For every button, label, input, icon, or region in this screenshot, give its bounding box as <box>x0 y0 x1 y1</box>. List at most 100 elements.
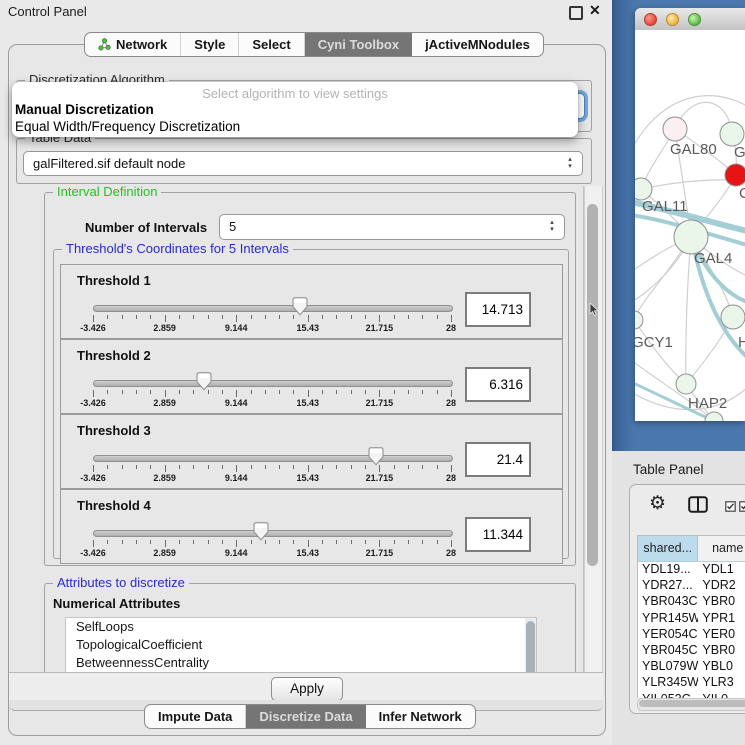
threshold-slider-track[interactable] <box>93 305 453 312</box>
attribute-list-item[interactable]: SelfLoops <box>66 618 536 636</box>
tab-select[interactable]: Select <box>239 33 304 56</box>
settings-scrollbar[interactable] <box>584 186 603 673</box>
dropdown-option-manual[interactable]: Manual Discretization <box>15 102 154 117</box>
threshold-slider-track[interactable] <box>93 530 453 537</box>
table-cell: YBR043C <box>638 594 698 610</box>
apply-row: Apply <box>9 672 603 701</box>
table-row[interactable]: YBR045CYBR0 <box>638 643 745 659</box>
table-data-selected-value: galFiltered.sif default node <box>33 156 185 171</box>
close-panel-icon[interactable]: ✕ <box>589 2 601 19</box>
settings-scrollbar-thumb[interactable] <box>587 204 598 566</box>
table-row[interactable]: YBL079WYBL0 <box>638 659 745 675</box>
table-data-combobox[interactable]: galFiltered.sif default node ▴▾ <box>23 151 583 176</box>
threshold-slider-track[interactable] <box>93 455 453 462</box>
stepper-icon[interactable]: ▴▾ <box>548 219 556 233</box>
table-hscrollbar[interactable] <box>637 698 745 711</box>
network-node[interactable] <box>721 305 745 329</box>
gear-icon[interactable]: ⚙ <box>649 494 666 514</box>
tab-infer-network[interactable]: Infer Network <box>366 705 475 728</box>
network-window-titlebar[interactable] <box>635 8 745 31</box>
slider-tick-labels: -3.4262.8599.14415.4321.71528 <box>93 548 451 559</box>
tab-network[interactable]: Network <box>85 33 181 56</box>
network-node[interactable] <box>720 122 744 146</box>
table-header-row: shared...name <box>638 536 745 562</box>
threshold-value-field[interactable]: 6.316 <box>465 367 531 402</box>
table-row[interactable]: YDL19...YDL1 <box>638 562 745 578</box>
threshold-panel-4: Threshold 4-3.4262.8599.14415.4321.71528… <box>60 489 563 564</box>
attribute-list-item[interactable]: TopologicalCoefficient <box>66 636 536 654</box>
threshold-panel-1: Threshold 1-3.4262.8599.14415.4321.71528… <box>60 264 563 339</box>
table-row[interactable]: YER054CYER0 <box>638 627 745 643</box>
zoom-window-icon[interactable] <box>688 13 701 26</box>
network-node[interactable] <box>663 117 687 141</box>
threshold-slider-thumb[interactable] <box>196 372 212 391</box>
threshold-slider-track[interactable] <box>93 380 453 387</box>
tab-label: Discretize Data <box>259 709 352 724</box>
tab-impute-data[interactable]: Impute Data <box>145 705 246 728</box>
threshold-panel-3: Threshold 3 -3.4262.8599.14415.4321.71528… <box>60 414 563 489</box>
number-of-intervals-combobox[interactable]: 5 ▴▾ <box>219 214 565 240</box>
number-of-intervals-value: 5 <box>229 219 236 234</box>
network-node[interactable] <box>676 374 696 394</box>
node-table[interactable]: shared...name YDL19...YDL1YDR27...YDR2YB… <box>637 535 745 698</box>
network-node[interactable] <box>635 311 643 329</box>
screen: Control Panel ✕ Network Style SelectCyni T… <box>0 0 745 745</box>
network-node-label: H <box>738 334 745 351</box>
tab-discretize-data[interactable]: Discretize Data <box>246 705 365 728</box>
number-of-intervals-label: Number of Intervals <box>85 220 207 235</box>
bottom-tabbar: Impute Data Discretize Data Infer Network <box>144 704 476 729</box>
columns-icon[interactable] <box>688 496 708 518</box>
table-cell: YPR145W <box>638 611 698 627</box>
table-row[interactable]: YLR345WYLR3 <box>638 675 745 691</box>
table-row[interactable]: YDR27...YDR2 <box>638 578 745 594</box>
slider-tick-labels: -3.4262.8599.14415.4321.71528 <box>93 473 451 484</box>
attribute-list-item[interactable]: BetweennessCentrality <box>66 654 536 672</box>
table-row[interactable]: YBR043CYBR0 <box>638 594 745 610</box>
dropdown-placeholder: Select algorithm to view settings <box>12 86 578 101</box>
network-node-label: GAL80 <box>670 141 717 158</box>
table-rows: YDL19...YDL1YDR27...YDR2YBR043CYBR0YPR14… <box>638 562 745 698</box>
table-column-header[interactable]: shared... <box>638 536 698 561</box>
network-canvas[interactable]: GAL80GACGAL11GAL4GCY1HHAP2 <box>635 30 745 421</box>
table-hscrollbar-thumb[interactable] <box>639 700 745 707</box>
threshold-value-field[interactable]: 14.713 <box>465 292 531 327</box>
threshold-slider-thumb[interactable] <box>368 447 384 466</box>
checkbox-icon[interactable] <box>739 499 745 517</box>
stepper-icon[interactable]: ▴▾ <box>566 156 574 170</box>
table-column-header[interactable]: name <box>698 536 745 561</box>
float-panel-icon[interactable] <box>569 6 583 20</box>
attributes-scrollbar-thumb[interactable] <box>526 621 535 673</box>
tab-cyni-toolbox[interactable]: Cyni Toolbox <box>305 33 412 56</box>
tab-label: Network <box>116 37 167 52</box>
minimize-window-icon[interactable] <box>666 13 679 26</box>
dropdown-option-equal-width[interactable]: Equal Width/Frequency Discretization <box>15 119 240 134</box>
table-cell: YER054C <box>638 627 698 643</box>
control-panel-titlebar: Control Panel ✕ <box>0 0 612 22</box>
table-panel-region: Table Panel ⚙ shared...name YDL19...YDL1… <box>612 451 745 745</box>
network-edge <box>686 237 691 384</box>
table-cell: YDL1 <box>698 562 745 578</box>
threshold-slider-thumb[interactable] <box>253 522 269 541</box>
network-window: GAL80GACGAL11GAL4GCY1HHAP2 <box>635 8 745 421</box>
network-node[interactable] <box>725 164 745 186</box>
apply-button[interactable]: Apply <box>271 677 343 701</box>
threshold-label: Threshold 3 <box>77 423 151 438</box>
threshold-value-field[interactable]: 11.344 <box>465 517 531 552</box>
table-panel-title: Table Panel <box>633 462 704 477</box>
tab-style[interactable]: Style <box>181 33 239 56</box>
attributes-list-scrollbar[interactable] <box>525 618 536 673</box>
network-node[interactable] <box>674 220 708 254</box>
threshold-slider-thumb[interactable] <box>292 297 308 316</box>
checkbox-icon[interactable] <box>725 499 736 517</box>
close-window-icon[interactable] <box>644 13 657 26</box>
table-data-group: Table Data galFiltered.sif default node … <box>16 138 592 184</box>
threshold-value-field[interactable]: 21.4 <box>465 442 531 477</box>
network-node[interactable] <box>635 178 652 200</box>
table-panel-box: ⚙ shared...name YDL19...YDL1YDR27...YDR2… <box>629 484 745 714</box>
numerical-attributes-list[interactable]: SelfLoopsTopologicalCoefficientBetweenne… <box>65 617 537 673</box>
table-row[interactable]: YPR145WYPR1 <box>638 611 745 627</box>
tab-label: Impute Data <box>158 709 232 724</box>
tab-label: Style <box>194 37 225 52</box>
tab-jactivemnodules[interactable]: jActiveMNodules <box>412 33 543 56</box>
network-node-label: HAP2 <box>688 395 727 412</box>
